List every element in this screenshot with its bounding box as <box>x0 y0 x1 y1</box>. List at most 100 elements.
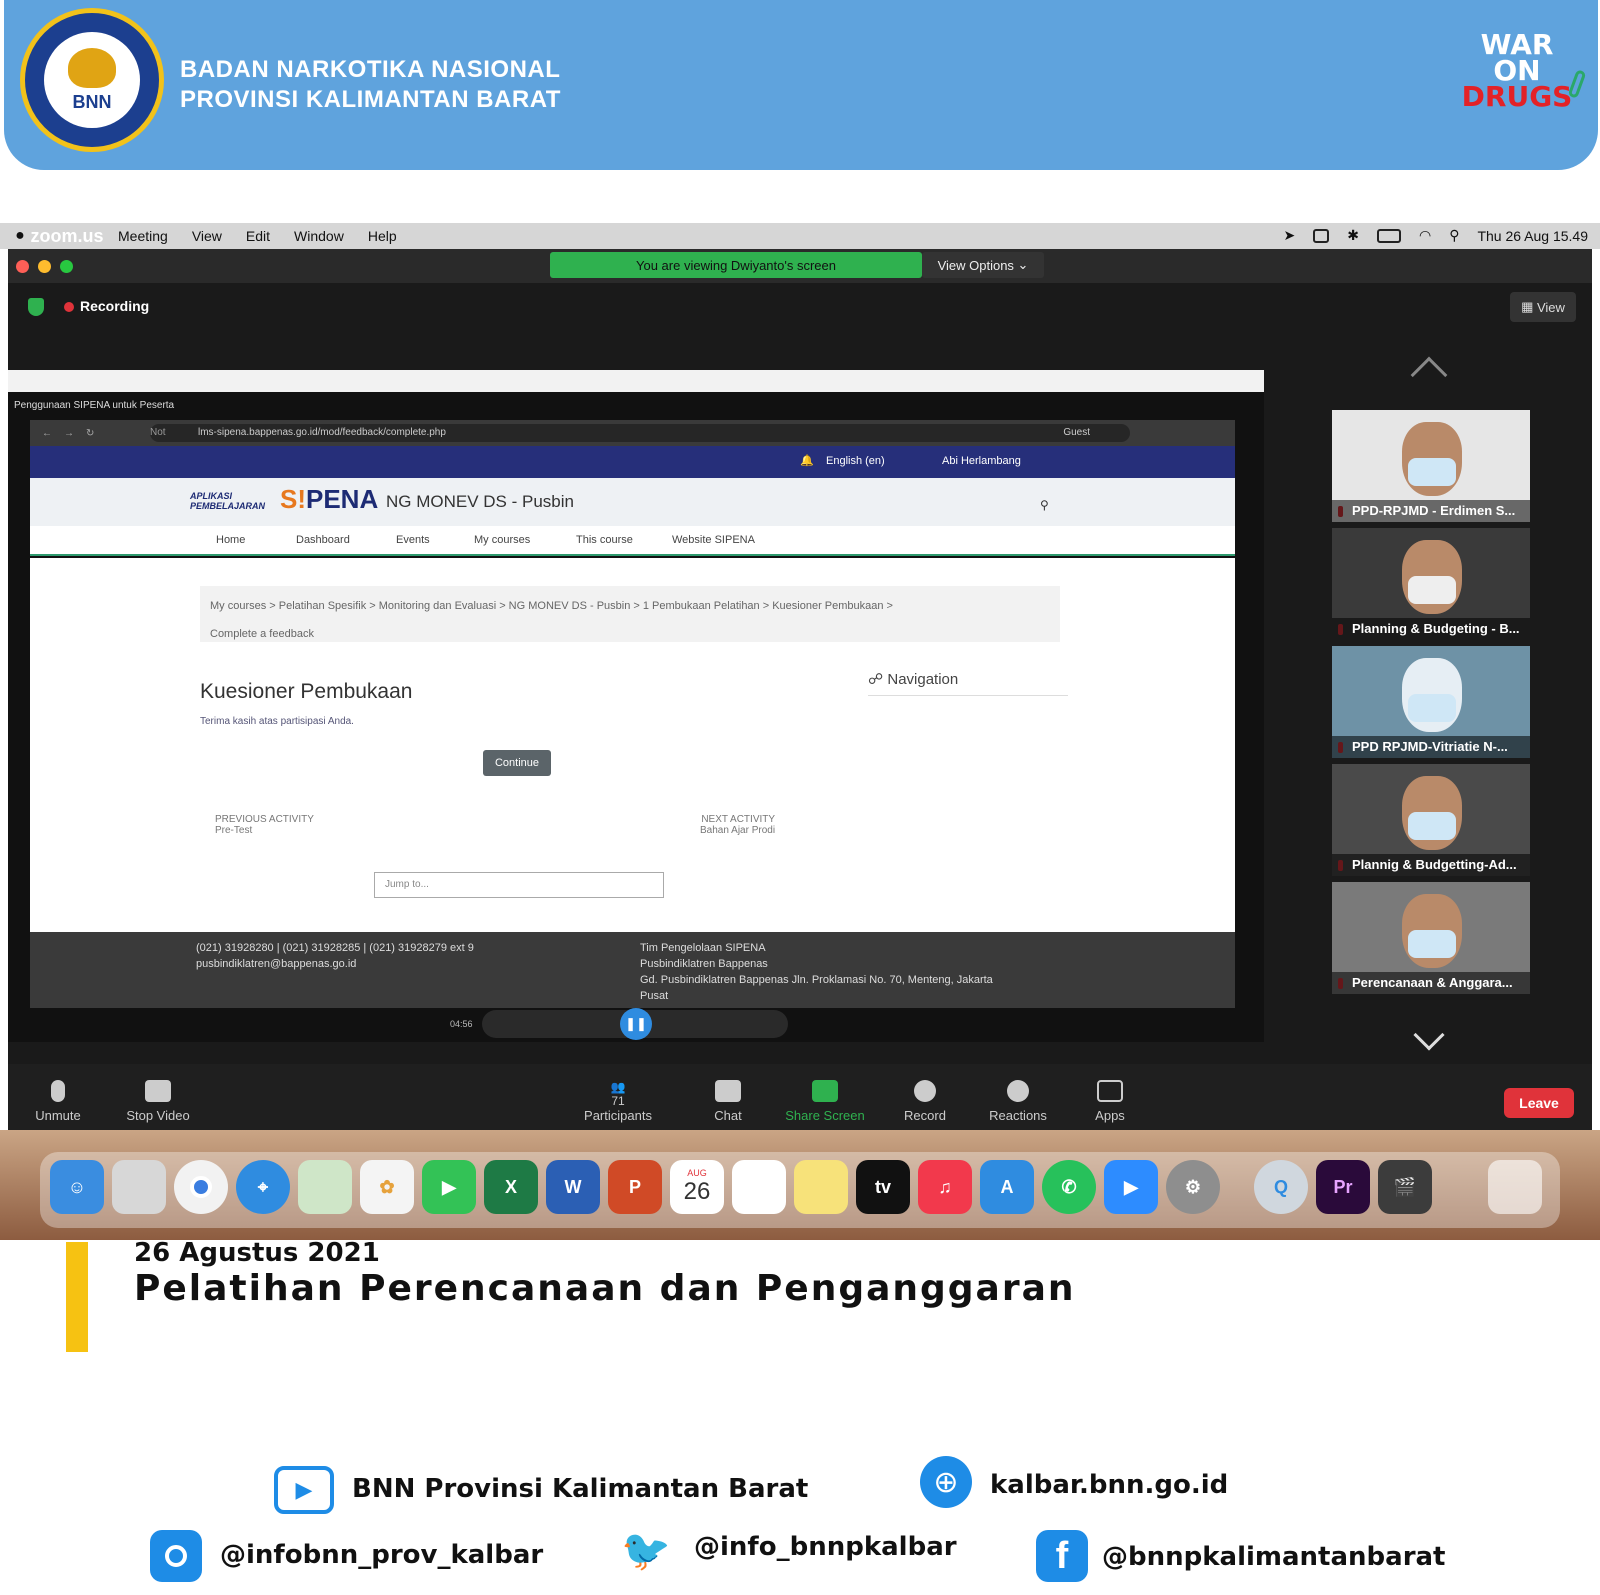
minimize-window-button[interactable] <box>38 260 51 273</box>
share-screen-button[interactable]: Share Screen <box>775 1080 875 1123</box>
photos-icon[interactable]: ✿ <box>360 1160 414 1214</box>
view-button[interactable]: ▦ View <box>1510 292 1576 322</box>
record-button[interactable]: Record <box>875 1080 975 1123</box>
system-preferences-icon[interactable]: ⚙ <box>1166 1160 1220 1214</box>
chat-button[interactable]: Chat <box>678 1080 778 1123</box>
close-window-button[interactable] <box>16 260 29 273</box>
mac-menubar: ● zoom.us Meeting View Edit Window Help … <box>0 223 1600 249</box>
apple-tv-icon[interactable]: tv <box>856 1160 910 1214</box>
nav-events[interactable]: Events <box>396 534 430 546</box>
language-select[interactable]: English (en) <box>826 455 885 467</box>
search-icon[interactable]: ⚲ <box>1040 498 1049 512</box>
location-icon[interactable]: ➤ <box>1284 227 1296 244</box>
site-topbar: 🔔 English (en) Abi Herlambang <box>30 446 1235 478</box>
launchpad-icon[interactable] <box>112 1160 166 1214</box>
pause-button[interactable]: ❚❚ <box>620 1008 652 1040</box>
menu-meeting[interactable]: Meeting <box>118 228 168 244</box>
word-icon[interactable]: W <box>546 1160 600 1214</box>
address-bar[interactable]: Not secure lms-sipena.bappenas.go.id/mod… <box>150 424 1130 456</box>
nav-home[interactable]: Home <box>216 534 245 546</box>
twitter-handle[interactable]: @info_bnnpkalbar <box>694 1532 957 1562</box>
jump-to-select[interactable]: Jump to... <box>374 872 664 898</box>
menu-help[interactable]: Help <box>368 228 397 244</box>
maps-icon[interactable] <box>298 1160 352 1214</box>
site-nav: Home Dashboard Events My courses This co… <box>30 526 1235 556</box>
reactions-icon <box>1007 1080 1029 1102</box>
music-icon[interactable]: ♫ <box>918 1160 972 1214</box>
participant-tile[interactable]: Planning & Budgeting - B... <box>1332 528 1530 640</box>
clock[interactable]: Thu 26 Aug 15.49 <box>1477 228 1588 244</box>
sipena-logo[interactable]: APLIKASI PEMBELAJARAN S!PENA <box>190 484 378 515</box>
participants-button[interactable]: 👥 71 Participants <box>568 1080 668 1123</box>
caption-title: Pelatihan Perencanaan dan Penganggaran <box>134 1268 1076 1309</box>
menu-view[interactable]: View <box>192 228 222 244</box>
back-icon[interactable]: ← <box>42 428 52 439</box>
caption-date: 26 Agustus 2021 <box>134 1238 380 1268</box>
premiere-icon[interactable]: Pr <box>1316 1160 1370 1214</box>
org-name-line1: BADAN NARKOTIKA NASIONAL <box>180 56 561 83</box>
breadcrumb: My courses > Pelatihan Spesifik > Monito… <box>200 586 1060 642</box>
site-footer: (021) 31928280 | (021) 31928285 | (021) … <box>30 932 1235 1008</box>
reminders-icon[interactable] <box>732 1160 786 1214</box>
app-store-icon[interactable]: A <box>980 1160 1034 1214</box>
apps-button[interactable]: Apps <box>1060 1080 1160 1123</box>
globe-icon: ⊕ <box>920 1456 972 1508</box>
excel-icon[interactable]: X <box>484 1160 538 1214</box>
zoom-icon[interactable]: ▶ <box>1104 1160 1158 1214</box>
calendar-icon[interactable]: AUG 26 <box>670 1160 724 1214</box>
powerpoint-icon[interactable]: P <box>608 1160 662 1214</box>
search-icon[interactable]: ⚲ <box>1449 227 1459 244</box>
bell-icon[interactable]: 🔔 <box>800 454 814 467</box>
thanks-message: Terima kasih atas partisipasi Anda. <box>200 716 354 727</box>
whatsapp-icon[interactable]: ✆ <box>1042 1160 1096 1214</box>
previous-activity-link[interactable]: PREVIOUS ACTIVITY Pre-Test <box>215 814 314 836</box>
reload-icon[interactable]: ↻ <box>86 428 94 439</box>
facetime-icon[interactable]: ▶ <box>422 1160 476 1214</box>
nav-dashboard[interactable]: Dashboard <box>296 534 350 546</box>
video-icon <box>145 1080 171 1102</box>
view-options-button[interactable]: View Options ⌄ <box>922 252 1044 278</box>
nav-my-courses[interactable]: My courses <box>474 534 530 546</box>
facebook-icon: f <box>1036 1530 1088 1582</box>
org-name-line2: PROVINSI KALIMANTAN BARAT <box>180 86 561 113</box>
security-shield-icon[interactable] <box>28 298 44 316</box>
finder-icon[interactable]: ☺ <box>50 1160 104 1214</box>
safari-icon[interactable]: ⌖ <box>236 1160 290 1214</box>
participant-tile[interactable]: PPD RPJMD-Vitriatie N-... <box>1332 646 1530 758</box>
trash-icon[interactable] <box>1488 1160 1542 1214</box>
website-link[interactable]: kalbar.bnn.go.id <box>990 1470 1228 1500</box>
bnn-logo: BNN <box>20 8 164 152</box>
user-menu[interactable]: Abi Herlambang <box>942 455 1021 467</box>
header-banner <box>4 0 1598 170</box>
quicktime-icon[interactable]: Q <box>1254 1160 1308 1214</box>
participant-tile[interactable]: PPD-RPJMD - Erdimen S... <box>1332 410 1530 522</box>
recording-label[interactable]: Recording <box>80 298 149 314</box>
mic-muted-icon <box>51 1080 65 1102</box>
battery-icon[interactable] <box>1376 228 1401 243</box>
reactions-button[interactable]: Reactions <box>968 1080 1068 1123</box>
apps-icon <box>1097 1080 1123 1102</box>
menu-window[interactable]: Window <box>294 228 344 244</box>
instagram-handle[interactable]: @infobnn_prov_kalbar <box>220 1540 543 1570</box>
facebook-handle[interactable]: @bnnpkalimantanbarat <box>1102 1542 1445 1572</box>
bluetooth-icon[interactable]: ✱ <box>1347 227 1359 244</box>
nav-website-sipena[interactable]: Website SIPENA <box>672 534 755 546</box>
maximize-window-button[interactable] <box>60 260 73 273</box>
youtube-channel[interactable]: BNN Provinsi Kalimantan Barat <box>352 1474 808 1504</box>
nav-this-course[interactable]: This course <box>576 534 633 546</box>
leave-button[interactable]: Leave <box>1504 1088 1574 1118</box>
next-activity-link[interactable]: NEXT ACTIVITY Bahan Ajar Prodi <box>700 814 775 836</box>
participant-tile[interactable]: Plannig & Budgetting-Ad... <box>1332 764 1530 876</box>
stop-video-button[interactable]: Stop Video <box>108 1080 208 1123</box>
continue-button[interactable]: Continue <box>483 750 551 776</box>
unmute-button[interactable]: Unmute <box>8 1080 108 1123</box>
menu-edit[interactable]: Edit <box>246 228 270 244</box>
forward-icon[interactable]: → <box>64 428 74 439</box>
zoom-status-icon[interactable] <box>1313 228 1330 243</box>
chrome-icon[interactable] <box>174 1160 228 1214</box>
notes-icon[interactable] <box>794 1160 848 1214</box>
final-cut-icon[interactable]: 🎬 <box>1378 1160 1432 1214</box>
course-name: NG MONEV DS - Pusbin <box>386 492 574 511</box>
wifi-icon[interactable]: ◠ <box>1419 227 1431 244</box>
participant-tile[interactable]: Perencanaan & Anggara... <box>1332 882 1530 994</box>
